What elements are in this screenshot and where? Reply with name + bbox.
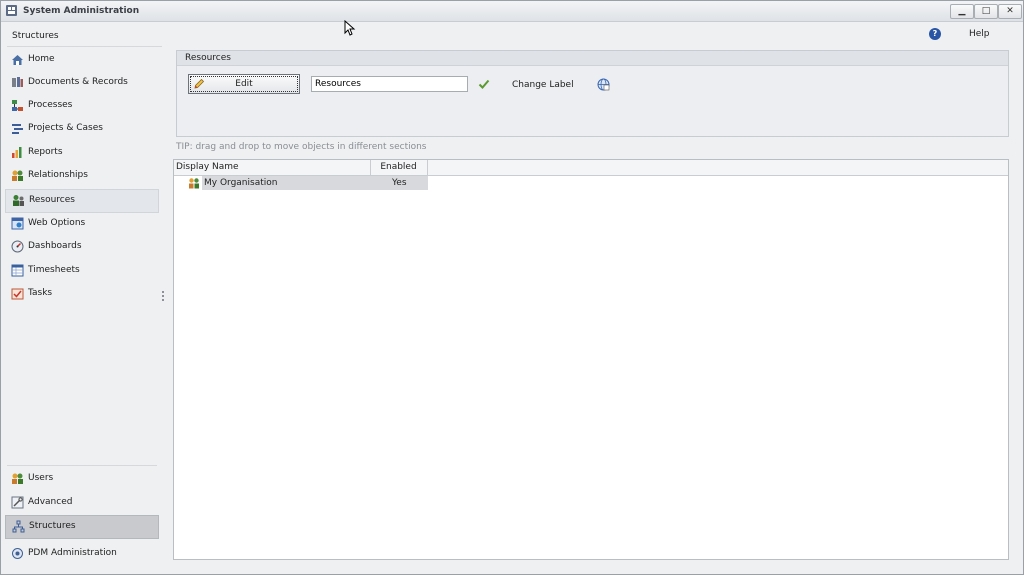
sidebar-item-label: Home	[28, 54, 55, 64]
projects-icon	[12, 124, 23, 134]
sidebar-item-projects[interactable]: Projects & Cases	[5, 118, 157, 140]
cell-display-name: My Organisation	[204, 178, 278, 188]
sidebar-item-label: Users	[28, 473, 54, 483]
help-link[interactable]: Help	[969, 29, 990, 39]
sidebar: Structures Home Documents & Records Proc…	[5, 25, 165, 571]
edit-button-label: Edit	[235, 79, 253, 89]
sidebar-item-label: Web Options	[28, 218, 86, 228]
sidebar-title: Structures	[12, 31, 59, 41]
change-label-link[interactable]: Change Label	[512, 80, 574, 90]
sidebar-item-resources[interactable]: Resources	[5, 189, 159, 213]
cell-enabled: Yes	[392, 178, 407, 188]
sidebar-item-label: Timesheets	[28, 265, 80, 275]
panel-title: Resources	[185, 53, 231, 63]
grid-header: Display Name Enabled	[174, 160, 1008, 176]
sidebar-item-label: Projects & Cases	[28, 123, 103, 133]
sidebar-item-label: Tasks	[28, 288, 53, 298]
title-bar[interactable]: System Administration ▁ □ ✕	[1, 1, 1023, 22]
sidebar-item-reports[interactable]: Reports	[5, 142, 157, 164]
sidebar-item-advanced[interactable]: Advanced	[5, 492, 157, 514]
sidebar-item-tasks[interactable]: Tasks	[5, 283, 157, 305]
sidebar-item-pdm-administration[interactable]: PDM Administration	[5, 543, 157, 565]
tip-text: TIP: drag and drop to move objects in di…	[176, 142, 427, 152]
reports-icon	[12, 147, 22, 158]
advanced-icon	[11, 496, 24, 509]
sidebar-item-label: Advanced	[28, 497, 73, 507]
globe-translate-icon[interactable]	[597, 78, 610, 91]
panel-header: Resources	[177, 51, 1008, 66]
organisation-icon	[189, 178, 199, 189]
app-icon	[6, 5, 17, 16]
sidebar-item-label: Resources	[29, 195, 75, 205]
sidebar-item-label: Dashboards	[28, 241, 82, 251]
sidebar-divider	[7, 46, 162, 47]
column-header-display-name[interactable]: Display Name	[174, 160, 371, 175]
resources-icon	[13, 195, 24, 206]
sidebar-item-users[interactable]: Users	[5, 468, 157, 490]
window-title: System Administration	[23, 6, 140, 16]
documents-icon	[12, 77, 23, 87]
sidebar-item-label: Structures	[29, 521, 76, 531]
sidebar-item-dashboards[interactable]: Dashboards	[5, 236, 157, 258]
table-row[interactable]: My Organisation Yes	[189, 176, 428, 190]
resources-grid: Display Name Enabled My Organisation Yes	[173, 159, 1009, 560]
sidebar-item-label: Processes	[28, 100, 73, 110]
processes-icon	[12, 100, 23, 111]
tasks-icon	[11, 288, 24, 300]
sidebar-item-home[interactable]: Home	[5, 49, 157, 71]
sidebar-item-label: Relationships	[28, 170, 88, 180]
dashboards-icon	[11, 240, 24, 253]
sidebar-item-label: Reports	[28, 147, 63, 157]
edit-button[interactable]: Edit	[188, 74, 300, 94]
minimize-button[interactable]: ▁	[950, 4, 974, 19]
app-window: System Administration ▁ □ ✕ Structures H…	[0, 0, 1024, 575]
home-icon	[12, 55, 23, 65]
users-icon	[12, 473, 23, 484]
sidebar-item-documents[interactable]: Documents & Records	[5, 72, 157, 94]
sidebar-item-processes[interactable]: Processes	[5, 95, 157, 117]
sidebar-item-structures[interactable]: Structures	[5, 515, 159, 539]
mouse-cursor-icon	[344, 20, 356, 36]
web-options-icon	[11, 217, 24, 230]
label-input[interactable]	[311, 76, 468, 92]
maximize-button[interactable]: □	[974, 4, 998, 19]
sidebar-item-label: Documents & Records	[28, 77, 128, 87]
pdm-icon	[12, 548, 23, 559]
sidebar-item-timesheets[interactable]: Timesheets	[5, 260, 157, 282]
help-icon[interactable]: ?	[929, 28, 941, 40]
resources-panel: Resources Edit Change Label	[176, 50, 1009, 137]
column-header-enabled[interactable]: Enabled	[370, 160, 428, 175]
structures-icon	[12, 520, 25, 533]
close-button[interactable]: ✕	[998, 4, 1022, 19]
timesheets-icon	[11, 264, 24, 277]
sidebar-resize-handle[interactable]	[162, 291, 165, 303]
sidebar-item-relationships[interactable]: Relationships	[5, 165, 157, 187]
sidebar-item-label: PDM Administration	[28, 548, 117, 558]
sidebar-item-web-options[interactable]: Web Options	[5, 213, 157, 235]
check-icon[interactable]	[478, 78, 490, 90]
relationships-icon	[12, 170, 23, 181]
sidebar-bottom-divider	[7, 465, 157, 466]
